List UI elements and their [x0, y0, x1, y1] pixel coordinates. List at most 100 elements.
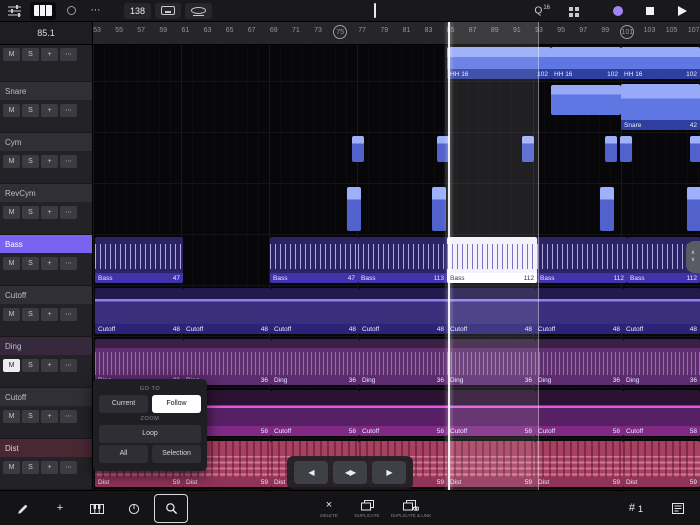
- clip[interactable]: [522, 136, 534, 162]
- track-lane[interactable]: Bass 47 Bass 47 Bass 113 Bass 112 Bass 112 Bass 112: [93, 235, 700, 286]
- track-name-label[interactable]: Cutoff: [0, 388, 92, 407]
- add-button[interactable]: +: [41, 359, 58, 372]
- zoom-selection-button[interactable]: Selection: [152, 445, 201, 463]
- clip[interactable]: [437, 136, 449, 162]
- add-button[interactable]: +: [41, 410, 58, 423]
- ruler-tick[interactable]: 85: [447, 27, 455, 34]
- timeline-ruler[interactable]: 53 55 57 59 61 63 65 67 69 71 73 75 77 79 81 83 85 87 89 91…: [93, 22, 700, 44]
- clip[interactable]: Ding36: [359, 339, 447, 385]
- solo-button[interactable]: S: [22, 206, 39, 219]
- tempo-display[interactable]: 138: [124, 2, 152, 19]
- track-more-button[interactable]: ⋯: [60, 155, 77, 168]
- add-button[interactable]: +: [41, 104, 58, 117]
- ruler-tick[interactable]: 77: [358, 27, 366, 34]
- clip[interactable]: [352, 136, 364, 162]
- clip[interactable]: [605, 136, 617, 162]
- nav-prev-button[interactable]: ◀: [294, 461, 328, 484]
- ruler-tick[interactable]: 79: [380, 27, 388, 34]
- duplicate-link-button[interactable]: DUPLICATE & LINK: [388, 494, 434, 523]
- clip[interactable]: Ding36: [535, 339, 623, 385]
- mute-button[interactable]: M: [3, 461, 20, 474]
- mute-button[interactable]: M: [3, 155, 20, 168]
- clip[interactable]: Ding36: [271, 339, 359, 385]
- ruler-tick[interactable]: 101: [620, 25, 635, 39]
- ruler-tick[interactable]: 87: [469, 27, 477, 34]
- clip[interactable]: Cutoff 48: [183, 288, 271, 334]
- track-more-button[interactable]: ⋯: [60, 257, 77, 270]
- track-more-button[interactable]: ⋯: [60, 48, 77, 61]
- track-more-button[interactable]: ⋯: [60, 308, 77, 321]
- track-name-label[interactable]: Cutoff: [0, 286, 92, 305]
- grid-button[interactable]: [562, 2, 582, 20]
- ruler-tick[interactable]: 103: [644, 27, 656, 34]
- keyboard-button[interactable]: [30, 1, 56, 20]
- track-more-button[interactable]: ⋯: [60, 206, 77, 219]
- clip[interactable]: Cutoff58: [535, 390, 623, 436]
- ruler-tick[interactable]: 63: [204, 27, 212, 34]
- ruler-tick[interactable]: 61: [181, 27, 189, 34]
- ruler-tick[interactable]: 57: [137, 27, 145, 34]
- play-button[interactable]: [672, 2, 692, 20]
- mute-button[interactable]: M: [3, 359, 20, 372]
- track-lane[interactable]: Snare 42: [93, 82, 700, 133]
- clip[interactable]: HH 16 102: [447, 47, 551, 79]
- record-button[interactable]: [608, 2, 628, 20]
- track-name-label[interactable]: Dist: [0, 439, 92, 458]
- ruler-tick[interactable]: 59: [159, 27, 167, 34]
- track-name-label[interactable]: RevCym: [0, 184, 92, 203]
- clip[interactable]: Cutoff 48: [271, 288, 359, 334]
- delete-button[interactable]: × DELETE: [312, 494, 346, 523]
- add-button[interactable]: +: [41, 308, 58, 321]
- clip[interactable]: [600, 187, 614, 231]
- clip[interactable]: Bass 113: [358, 237, 447, 283]
- mixer-button[interactable]: [5, 2, 25, 20]
- track-more-button[interactable]: ⋯: [60, 410, 77, 423]
- solo-button[interactable]: S: [22, 461, 39, 474]
- ruler-tick[interactable]: 53: [93, 27, 101, 34]
- clip[interactable]: Bass 112: [537, 237, 627, 283]
- solo-button[interactable]: S: [22, 308, 39, 321]
- track-name-label[interactable]: Ding: [0, 337, 92, 356]
- mute-button[interactable]: M: [3, 206, 20, 219]
- draw-tool-button[interactable]: [6, 494, 40, 523]
- mute-button[interactable]: M: [3, 48, 20, 61]
- ruler-tick[interactable]: 67: [248, 27, 256, 34]
- solo-button[interactable]: S: [22, 359, 39, 372]
- clip[interactable]: HH 16 102: [551, 47, 621, 79]
- ruler-tick[interactable]: 65: [226, 27, 234, 34]
- stop-button[interactable]: [640, 2, 660, 20]
- clip[interactable]: Bass 112: [447, 237, 537, 283]
- position-display[interactable]: 85.1: [0, 22, 93, 44]
- ruler-tick[interactable]: 97: [579, 27, 587, 34]
- list-panel-button[interactable]: [661, 494, 695, 523]
- track-lane[interactable]: [93, 133, 700, 184]
- solo-button[interactable]: S: [22, 104, 39, 117]
- clip[interactable]: Cutoff 48: [447, 288, 535, 334]
- pattern-number-button[interactable]: # 1: [619, 494, 653, 523]
- goto-follow-button[interactable]: Follow: [152, 395, 201, 413]
- ruler-tick[interactable]: 107: [688, 27, 700, 34]
- clip[interactable]: Cutoff58: [623, 390, 700, 436]
- clip[interactable]: Dist59: [535, 441, 623, 487]
- ruler-tick[interactable]: 81: [402, 27, 410, 34]
- nav-next-button[interactable]: ▶: [372, 461, 406, 484]
- knob-tool-button[interactable]: [117, 494, 151, 523]
- clip[interactable]: Cutoff 48: [535, 288, 623, 334]
- clip[interactable]: Cutoff 48: [359, 288, 447, 334]
- duplicate-button[interactable]: DUPLICATE: [350, 494, 384, 523]
- ruler-tick[interactable]: 71: [292, 27, 300, 34]
- track-lane[interactable]: [93, 184, 700, 235]
- loop-button[interactable]: [185, 2, 213, 19]
- keys-tool-button[interactable]: [80, 494, 114, 523]
- zoom-loop-button[interactable]: Loop: [99, 425, 201, 443]
- add-button[interactable]: +: [41, 155, 58, 168]
- ruler-tick[interactable]: 105: [666, 27, 678, 34]
- clip[interactable]: Cutoff58: [447, 390, 535, 436]
- clip[interactable]: [432, 187, 446, 231]
- clip[interactable]: Cutoff58: [271, 390, 359, 436]
- track-lane[interactable]: Cutoff 48 Cutoff 48 Cutoff 48 Cutoff 48 Cutoff 48…: [93, 286, 700, 337]
- clip[interactable]: HH 16 102: [621, 47, 700, 79]
- clip[interactable]: [347, 187, 361, 231]
- ruler-tick[interactable]: 93: [535, 27, 543, 34]
- mute-button[interactable]: M: [3, 308, 20, 321]
